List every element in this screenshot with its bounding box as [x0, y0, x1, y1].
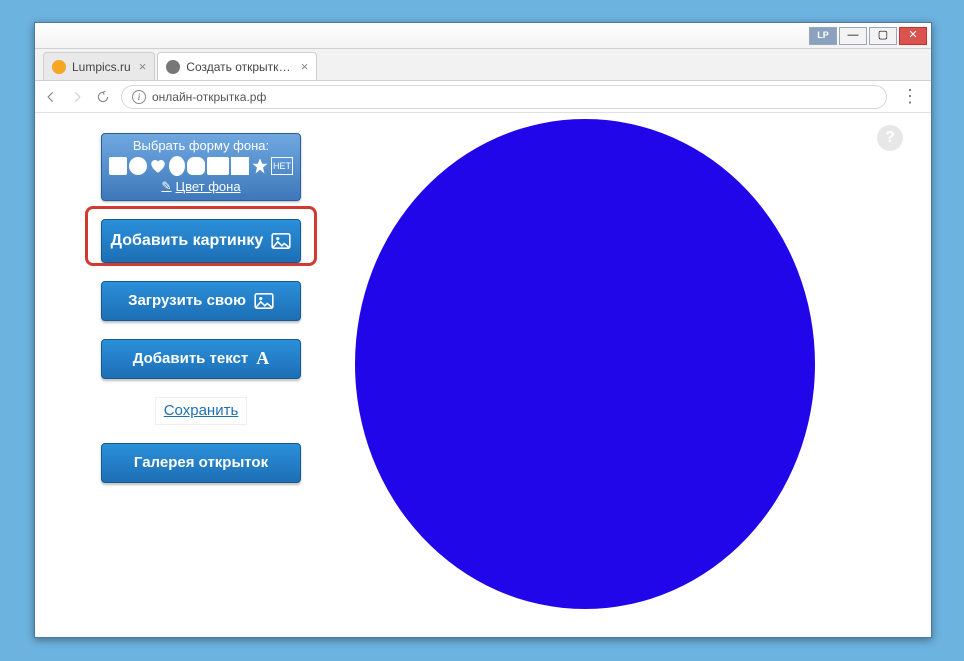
button-label: Добавить текст [133, 350, 249, 367]
save-link[interactable]: Сохранить [164, 402, 239, 419]
close-tab-icon[interactable]: × [301, 59, 309, 74]
gallery-button[interactable]: Галерея открыток [101, 443, 301, 483]
tab-lumpics[interactable]: Lumpics.ru × [43, 52, 155, 80]
url-input[interactable]: i онлайн-открытка.рф [121, 85, 887, 109]
menu-icon[interactable]: ⋮ [897, 86, 923, 107]
favicon-icon [166, 60, 180, 74]
add-text-button[interactable]: Добавить текст A [101, 339, 301, 379]
shape-title: Выбрать форму фона: [106, 138, 296, 153]
shape-selector: Выбрать форму фона: Н [101, 133, 301, 201]
browser-window: LP — ▢ ✕ Lumpics.ru × Создать открытку о… [34, 22, 932, 638]
help-icon[interactable]: ? [877, 125, 903, 151]
tab-strip: Lumpics.ru × Создать открытку онлай × [35, 49, 931, 81]
button-label: Добавить картинку [111, 232, 264, 250]
shape-pentagon-icon[interactable] [231, 157, 249, 175]
canvas-area[interactable] [355, 119, 815, 609]
shape-row: НЕТ [106, 156, 296, 176]
shape-blob-icon[interactable] [187, 157, 205, 175]
button-label: Загрузить свою [128, 292, 246, 309]
upload-own-button[interactable]: Загрузить свою [101, 281, 301, 321]
tab-label: Lumpics.ru [72, 60, 131, 74]
background-color-link[interactable]: Цвет фона [161, 179, 240, 194]
shape-heart-icon[interactable] [149, 157, 167, 175]
add-image-button[interactable]: Добавить картинку [101, 219, 301, 263]
minimize-button[interactable]: — [839, 27, 867, 45]
button-label: Галерея открыток [134, 454, 268, 471]
url-text: онлайн-открытка.рф [152, 90, 266, 104]
image-icon [271, 233, 291, 249]
tab-postcard[interactable]: Создать открытку онлай × [157, 52, 317, 80]
back-icon[interactable] [43, 89, 59, 105]
ellipse-shape[interactable] [355, 119, 815, 609]
image-icon [254, 293, 274, 309]
save-link-box: Сохранить [155, 397, 248, 425]
forward-icon[interactable] [69, 89, 85, 105]
favicon-icon [52, 60, 66, 74]
shape-oval-icon[interactable] [169, 156, 185, 176]
close-button[interactable]: ✕ [899, 27, 927, 45]
tab-label: Создать открытку онлай [186, 60, 292, 74]
shape-circle-icon[interactable] [129, 157, 147, 175]
shape-rect-icon[interactable] [207, 157, 229, 175]
refresh-icon[interactable] [95, 89, 111, 105]
maximize-button[interactable]: ▢ [869, 27, 897, 45]
close-tab-icon[interactable]: × [139, 59, 147, 74]
window-titlebar: LP — ▢ ✕ [35, 23, 931, 49]
shape-square-icon[interactable] [109, 157, 127, 175]
text-icon: A [256, 348, 269, 369]
page-content: Выбрать форму фона: Н [35, 113, 931, 637]
site-info-icon[interactable]: i [132, 90, 146, 104]
tool-panel: Выбрать форму фона: Н [91, 133, 311, 483]
address-bar: i онлайн-открытка.рф ⋮ [35, 81, 931, 113]
shape-star-icon[interactable] [251, 157, 269, 175]
shape-none-button[interactable]: НЕТ [271, 157, 293, 175]
lp-button[interactable]: LP [809, 27, 837, 45]
